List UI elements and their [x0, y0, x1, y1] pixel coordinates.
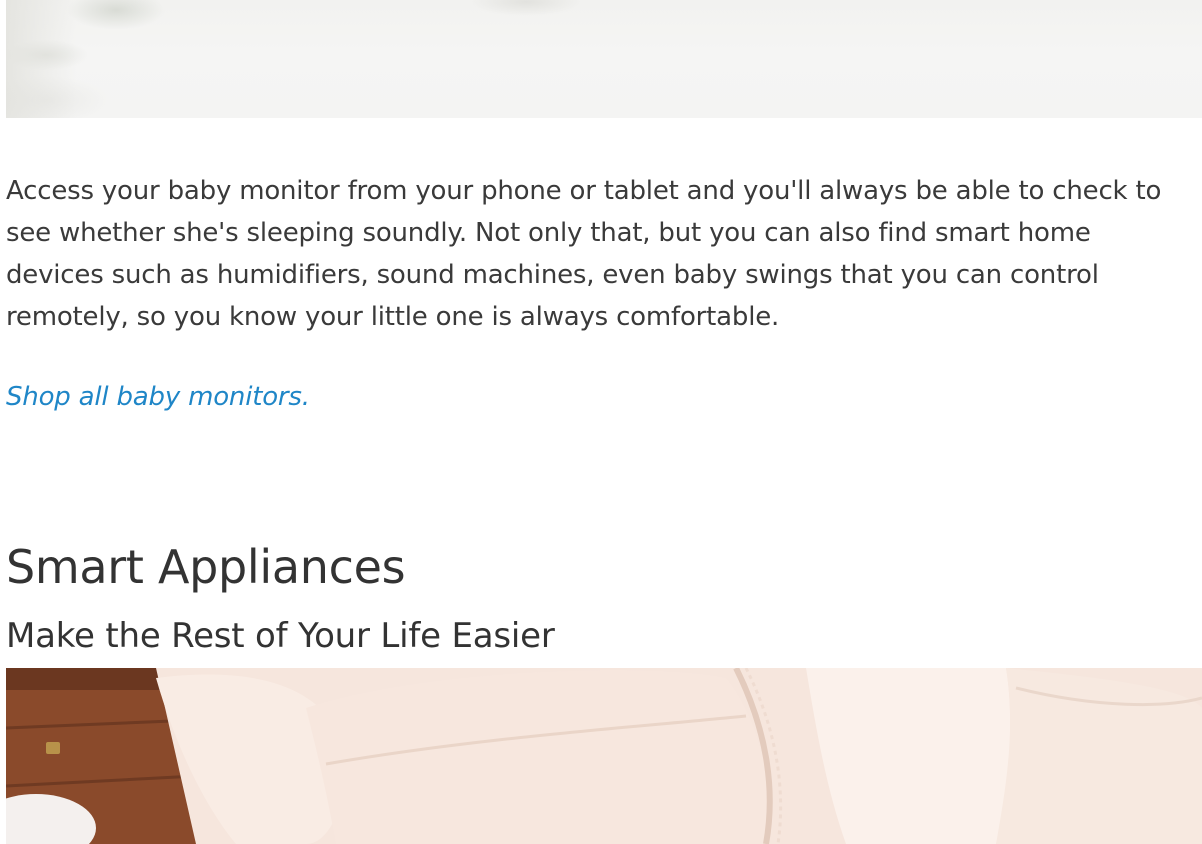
article-paragraph: Access your baby monitor from your phone…: [6, 176, 1162, 332]
shop-baby-monitors-link[interactable]: Shop all baby monitors.: [6, 376, 310, 418]
section-subtitle: Make the Rest of Your Life Easier: [6, 616, 555, 656]
baby-blanket-photo: [6, 0, 1202, 118]
section-title: Smart Appliances: [6, 540, 406, 594]
glider-chair-photo: [6, 668, 1202, 844]
glider-chair-illustration: [6, 668, 1202, 844]
